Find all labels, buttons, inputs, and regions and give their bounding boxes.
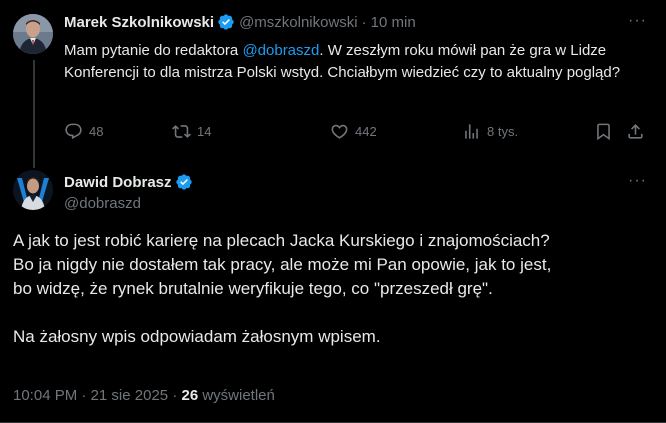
more-options-button[interactable]: ··· xyxy=(628,172,647,190)
avatar[interactable] xyxy=(13,170,53,210)
separator-dot: · xyxy=(172,387,178,404)
analytics-icon xyxy=(465,124,478,139)
avatar[interactable] xyxy=(13,14,53,54)
tweet-text: Mam pytanie do redaktora @dobraszd. W ze… xyxy=(64,40,644,84)
tweet-author-row: Dawid Dobrasz xyxy=(64,173,193,191)
repost-icon xyxy=(172,125,191,138)
handle-row: @dobraszd xyxy=(64,195,141,212)
heart-icon xyxy=(331,124,348,139)
repost-button[interactable]: 14 xyxy=(172,122,211,141)
bookmark-button[interactable] xyxy=(594,122,613,141)
reply-button[interactable]: 48 xyxy=(64,122,103,141)
tweet-text-part: Mam pytanie do redaktora xyxy=(64,42,243,59)
tweet-time[interactable]: 10:04 PM xyxy=(13,387,77,404)
tweet-text: A jak to jest robić karierę na plecach J… xyxy=(13,231,552,346)
author-name[interactable]: Marek Szkolnikowski xyxy=(64,14,214,31)
reply-count: 48 xyxy=(89,124,104,139)
share-icon xyxy=(628,124,643,139)
more-options-button[interactable]: ··· xyxy=(628,12,647,30)
share-button[interactable] xyxy=(626,122,645,141)
like-count: 442 xyxy=(355,124,377,139)
author-handle[interactable]: @dobraszd xyxy=(64,195,141,212)
mention-link[interactable]: @dobraszd xyxy=(242,42,319,59)
separator-dot: · xyxy=(361,13,367,31)
tweet-author-row: Marek Szkolnikowski @mszkolnikowski · 10… xyxy=(64,13,416,31)
tweet-time[interactable]: 10 min xyxy=(371,14,416,31)
author-handle[interactable]: @mszkolnikowski xyxy=(239,14,358,31)
bookmark-icon xyxy=(597,123,610,141)
views-count: 26 xyxy=(181,387,199,404)
separator-dot: · xyxy=(81,387,87,404)
tweet-date[interactable]: 21 sie 2025 xyxy=(91,387,169,404)
tweet-meta: 10:04 PM · 21 sie 2025 · 26 wyświetleń xyxy=(13,387,275,404)
verified-badge-icon xyxy=(175,173,193,191)
views-count: 8 tys. xyxy=(487,124,519,139)
author-name[interactable]: Dawid Dobrasz xyxy=(64,174,172,191)
reply-icon xyxy=(65,123,82,140)
views-button[interactable]: 8 tys. xyxy=(462,122,518,141)
repost-count: 14 xyxy=(197,124,212,139)
tweet-actions-bar: 48 14 442 8 tys. xyxy=(64,122,643,142)
views-label: wyświetleń xyxy=(202,387,275,404)
thread-connector-line xyxy=(33,60,35,168)
like-button[interactable]: 442 xyxy=(330,122,377,141)
verified-badge-icon xyxy=(217,13,235,31)
